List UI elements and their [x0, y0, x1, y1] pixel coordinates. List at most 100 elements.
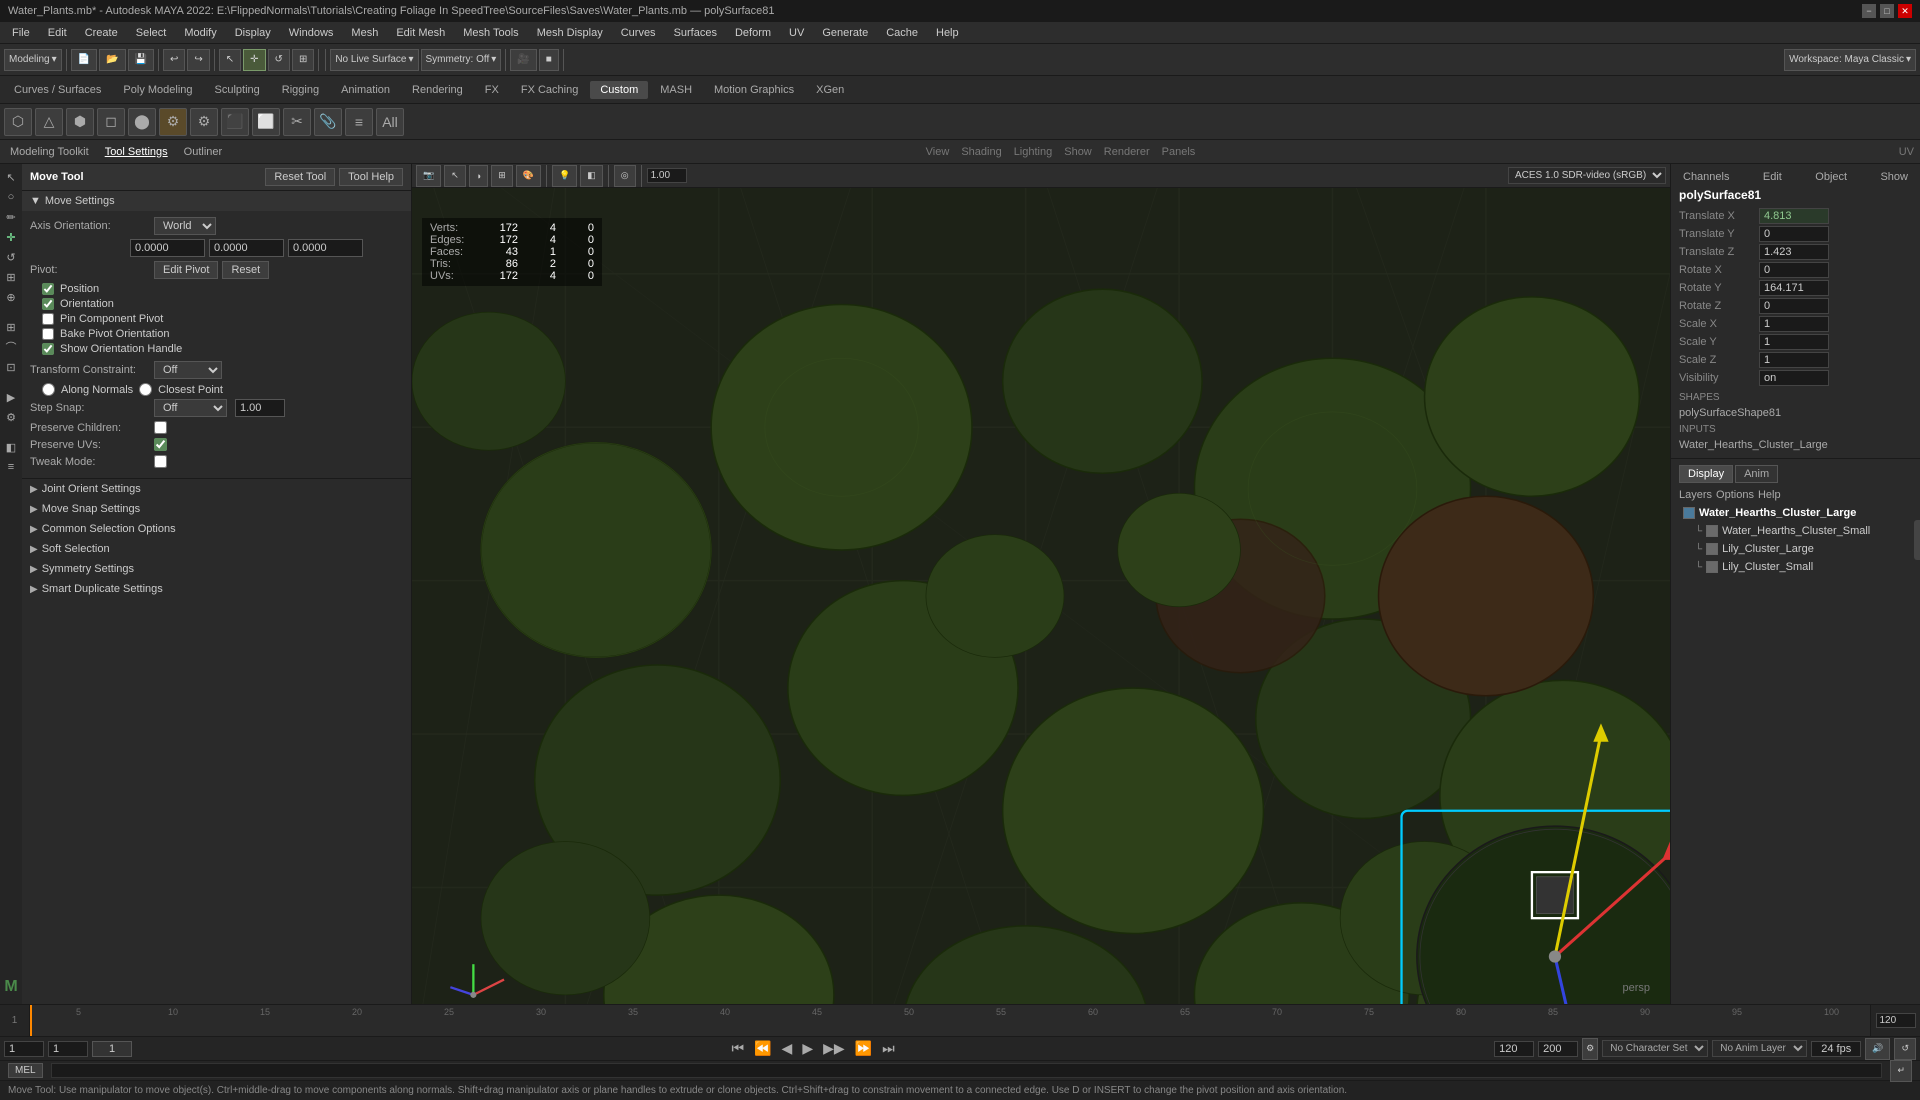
- scale-y-input[interactable]: 1: [1759, 334, 1829, 350]
- scale-icon[interactable]: ⊞: [2, 268, 20, 286]
- preserve-uvs-checkbox[interactable]: [154, 438, 167, 451]
- reset-pivot-btn[interactable]: Reset: [222, 261, 269, 279]
- menu-surfaces[interactable]: Surfaces: [666, 25, 725, 41]
- tab-poly-modeling[interactable]: Poly Modeling: [113, 81, 202, 99]
- tool-help-btn[interactable]: Tool Help: [339, 168, 403, 186]
- coord-z-input[interactable]: [288, 239, 363, 257]
- scale-x-input[interactable]: 1: [1759, 316, 1829, 332]
- options-btn[interactable]: Options: [1716, 489, 1754, 501]
- snap-grid-icon[interactable]: ⊞: [2, 318, 20, 336]
- transform-constraint-select[interactable]: Off Edge Surface: [154, 361, 222, 379]
- next-key-btn[interactable]: ⏩: [852, 1040, 875, 1057]
- tab-motion-graphics[interactable]: Motion Graphics: [704, 81, 804, 99]
- shelf-icon-13[interactable]: All: [376, 108, 404, 136]
- display-tab[interactable]: Display: [1679, 465, 1733, 483]
- menu-display[interactable]: Display: [227, 25, 279, 41]
- edit-pivot-btn[interactable]: Edit Pivot: [154, 261, 218, 279]
- shelf-icon-12[interactable]: ≡: [345, 108, 373, 136]
- loop-btn[interactable]: ↺: [1894, 1038, 1916, 1060]
- menu-uv[interactable]: UV: [781, 25, 812, 41]
- vp-cam-btn[interactable]: 📷: [416, 165, 441, 187]
- playback-frame-current[interactable]: 1: [48, 1041, 88, 1057]
- menu-deform[interactable]: Deform: [727, 25, 779, 41]
- redo-btn[interactable]: ↪: [187, 49, 209, 71]
- viewport[interactable]: 📷 ↖ ◑ ⊞ 🎨 💡 ◧ ◎ ACES 1.0 SDR-video (sRGB…: [412, 164, 1670, 1004]
- vp-light-btn[interactable]: 💡: [552, 165, 577, 187]
- anim-end-input[interactable]: [1494, 1041, 1534, 1057]
- shelf-icon-11[interactable]: 📎: [314, 108, 342, 136]
- vp-select-btn[interactable]: ↖: [444, 165, 466, 187]
- skip-start-btn[interactable]: ⏮: [728, 1040, 747, 1057]
- playback-frame-start[interactable]: 1: [4, 1041, 44, 1057]
- anim-layer-icon[interactable]: ≡: [2, 458, 20, 476]
- menu-curves[interactable]: Curves: [613, 25, 664, 41]
- workspace-dropdown[interactable]: Modeling ▾: [4, 49, 62, 71]
- minimize-button[interactable]: −: [1862, 4, 1876, 18]
- coord-y-input[interactable]: [209, 239, 284, 257]
- command-input[interactable]: [51, 1063, 1883, 1078]
- shelf-icon-8[interactable]: ⬛: [221, 108, 249, 136]
- prev-frame-btn[interactable]: ◀: [779, 1040, 796, 1057]
- layer-item-2[interactable]: └ Water_Hearths_Cluster_Small: [1679, 523, 1912, 539]
- tool-settings-tab[interactable]: Tool Settings: [101, 145, 172, 159]
- show-orient-checkbox[interactable]: [42, 343, 54, 355]
- snap-curve-icon[interactable]: ⌒: [2, 338, 20, 356]
- render-icon[interactable]: ▶: [2, 388, 20, 406]
- display-layer-icon[interactable]: ◧: [2, 438, 20, 456]
- shelf-icon-7[interactable]: ⚙: [190, 108, 218, 136]
- coord-x-input[interactable]: [130, 239, 205, 257]
- move-tool-btn[interactable]: ✛: [243, 49, 265, 71]
- paint-icon[interactable]: ✏: [2, 208, 20, 226]
- move-settings-header[interactable]: ▼ Move Settings: [22, 191, 411, 211]
- anim-tab[interactable]: Anim: [1735, 465, 1778, 483]
- menu-windows[interactable]: Windows: [281, 25, 342, 41]
- vp-menu-renderer[interactable]: Renderer: [1104, 146, 1154, 158]
- reset-tool-btn[interactable]: Reset Tool: [265, 168, 335, 186]
- timeline-ruler[interactable]: 5 10 15 20 25 30 35 40 45 50 55 60 65 70…: [30, 1005, 1870, 1036]
- color-profile-select[interactable]: ACES 1.0 SDR-video (sRGB): [1508, 167, 1666, 184]
- universal-manip-icon[interactable]: ⊕: [2, 288, 20, 306]
- select-icon[interactable]: ↖: [2, 168, 20, 186]
- tab-animation[interactable]: Animation: [331, 81, 400, 99]
- preserve-children-checkbox[interactable]: [154, 421, 167, 434]
- vp-menu-panels[interactable]: Panels: [1162, 146, 1200, 158]
- menu-mesh-display[interactable]: Mesh Display: [529, 25, 611, 41]
- shelf-icon-1[interactable]: ⬡: [4, 108, 32, 136]
- vp-menu-shading[interactable]: Shading: [961, 146, 1005, 158]
- panel-collapse-btn[interactable]: [1914, 520, 1920, 560]
- shelf-icon-9[interactable]: ⬜: [252, 108, 280, 136]
- edit-btn[interactable]: Edit: [1759, 170, 1786, 184]
- tab-mash[interactable]: MASH: [650, 81, 702, 99]
- bake-pivot-checkbox[interactable]: [42, 328, 54, 340]
- menu-help[interactable]: Help: [928, 25, 967, 41]
- along-normals-radio[interactable]: [42, 383, 55, 396]
- step-snap-amount[interactable]: [235, 399, 285, 417]
- layer-item-1[interactable]: Water_Hearths_Cluster_Large: [1679, 505, 1912, 521]
- character-set-select[interactable]: No Character Set: [1602, 1040, 1708, 1057]
- save-btn[interactable]: 💾: [128, 49, 154, 71]
- layers-btn[interactable]: Layers: [1679, 489, 1712, 501]
- smart-duplicate-row[interactable]: ▶ Smart Duplicate Settings: [22, 579, 411, 599]
- frame-display-input[interactable]: [647, 168, 687, 183]
- soft-selection-row[interactable]: ▶ Soft Selection: [22, 539, 411, 559]
- playback-options-btn[interactable]: ⚙: [1582, 1038, 1598, 1060]
- modeling-toolkit-tab[interactable]: Modeling Toolkit: [6, 145, 93, 159]
- input-item[interactable]: Water_Hearths_Cluster_Large: [1679, 438, 1912, 452]
- shelf-icon-2[interactable]: △: [35, 108, 63, 136]
- symmetry-settings-row[interactable]: ▶ Symmetry Settings: [22, 559, 411, 579]
- timeline-end-input[interactable]: [1876, 1013, 1916, 1028]
- new-scene-btn[interactable]: 📄: [71, 49, 97, 71]
- shape-item[interactable]: polySurfaceShape81: [1679, 406, 1912, 420]
- menu-generate[interactable]: Generate: [814, 25, 876, 41]
- scale-tool-btn[interactable]: ⊞: [292, 49, 314, 71]
- menu-mesh[interactable]: Mesh: [343, 25, 386, 41]
- vp-menu-lighting[interactable]: Lighting: [1014, 146, 1057, 158]
- viewport-canvas[interactable]: Verts: 172 4 0 Edges: 172 4 0 Faces: 43 …: [412, 188, 1670, 1004]
- menu-cache[interactable]: Cache: [878, 25, 926, 41]
- object-btn[interactable]: Object: [1811, 170, 1851, 184]
- orientation-checkbox[interactable]: [42, 298, 54, 310]
- rotate-icon[interactable]: ↺: [2, 248, 20, 266]
- menu-edit-mesh[interactable]: Edit Mesh: [388, 25, 453, 41]
- skip-end-btn[interactable]: ⏭: [879, 1040, 898, 1057]
- move-snap-row[interactable]: ▶ Move Snap Settings: [22, 499, 411, 519]
